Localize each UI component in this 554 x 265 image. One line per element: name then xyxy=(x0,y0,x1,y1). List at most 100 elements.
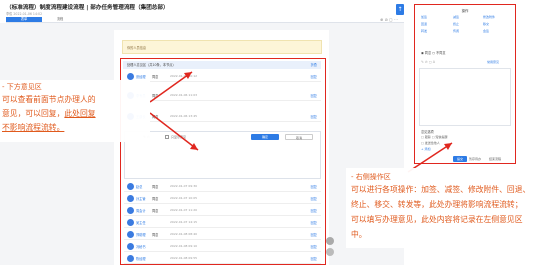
show-opinion-label: 只显示意见 xyxy=(171,135,187,139)
reply-button[interactable]: 回复 xyxy=(311,232,317,237)
approval-radio-group[interactable]: ◉ 同意 ○ 不同意 xyxy=(421,50,446,55)
callout-left-line: 可以查看前面节点办理人的 xyxy=(2,95,96,104)
option-send-others[interactable]: □ 发送给他人 xyxy=(421,141,440,145)
avatar xyxy=(127,207,134,214)
page-title: （标准流程）制度流程建设流程 | 部办任务管理流程（集团总部） xyxy=(6,5,169,11)
opinion-time: 2022-01-06 11:03 xyxy=(170,93,198,97)
reply-button[interactable]: 回复 xyxy=(311,114,317,119)
operation-panel: 操作 加签 减签 修改附件 回退 终止 移交 转发 传阅 会签 ◉ 同意 ○ 不… xyxy=(414,4,516,164)
opinion-time: 2022-01-07 10:05 xyxy=(170,196,198,200)
opinion-row: 冯秘书 2022-01-08 09:10 回复 xyxy=(124,241,321,252)
action-forward[interactable]: 转发 xyxy=(421,29,453,33)
cancel-button[interactable]: 取消 xyxy=(285,134,313,140)
avatar xyxy=(127,219,134,226)
opinion-author[interactable]: 张经理 xyxy=(136,74,146,79)
opinion-row: 周会计 同意 2022-01-07 11:20 回复 xyxy=(124,205,321,216)
opinion-panel-header: 处理人意见区（共10条，本节点） 折叠 xyxy=(123,61,321,69)
action-terminate[interactable]: 终止 xyxy=(453,22,485,26)
callout-left-line-text: 意见，可以回复， xyxy=(2,109,65,118)
action-transfer[interactable]: 移交 xyxy=(483,22,515,26)
opinion-author[interactable]: 郑助理 xyxy=(136,232,146,237)
reply-button[interactable]: 回复 xyxy=(311,74,317,79)
avatar xyxy=(127,195,134,202)
action-countersign[interactable]: 会签 xyxy=(483,29,515,33)
callout-left-link: 此处回复 xyxy=(64,109,96,118)
notice-bar: 你的人员信息 xyxy=(122,40,322,54)
opinion-row: 郑助理 同意 2022-01-08 08:40 回复 xyxy=(124,229,321,240)
avatar xyxy=(127,243,134,250)
opinion-time: 2022-01-08 08:40 xyxy=(170,232,198,236)
page-meta: 李俊 2022-01-06 14:02 xyxy=(6,12,43,16)
avatar xyxy=(127,255,134,262)
option-add[interactable]: + 添加 xyxy=(421,147,430,151)
action-add-sign[interactable]: 加签 xyxy=(421,15,453,19)
opinion-row: 赵总 同意 2022-01-07 09:30 回复 xyxy=(124,181,321,192)
callout-right-heading: - 右侧操作区 xyxy=(351,173,391,181)
opinion-text: 同意 xyxy=(152,115,159,119)
reply-button[interactable]: 回复 xyxy=(311,196,317,201)
pin-icon[interactable]: ↑ xyxy=(396,4,404,15)
opinion-time: 2022-01-06 10:12 xyxy=(170,74,198,78)
toolbar-icons[interactable]: ⊕ ⊘ ◻ ⋯ xyxy=(380,17,398,22)
action-rollback[interactable]: 回退 xyxy=(421,22,453,26)
option-track[interactable]: □ 跟踪 □ 短信提醒 xyxy=(421,135,448,139)
opinion-row: 李专员 同意 2022-01-06 11:03 回复 xyxy=(124,90,321,101)
reply-button[interactable]: 回复 xyxy=(311,220,317,225)
action-edit-attachment[interactable]: 修改附件 xyxy=(483,15,515,19)
callout-right: - 右侧操作区 可以进行各项操作：加签、减签、修改附件、回退、 终止、移交、转发… xyxy=(346,168,554,248)
opinion-author[interactable]: 赵总 xyxy=(136,184,142,189)
opinion-text: 同意 xyxy=(152,197,159,201)
callout-right-line: 终止、移交、转发等，此处办理将影响流程流转； xyxy=(351,200,523,209)
opinion-author[interactable]: 冯秘书 xyxy=(136,244,146,249)
options-title: 意见选项 xyxy=(421,130,434,134)
callout-right-line: 中。 xyxy=(351,230,367,239)
opinion-row: 陈经理 2022-01-08 09:55 回复 xyxy=(124,253,321,264)
opinion-panel-title: 处理人意见区（共10条，本节点） xyxy=(127,63,176,67)
opinion-time: 2022-01-07 09:30 xyxy=(170,184,198,188)
opinion-author[interactable]: 陈经理 xyxy=(136,256,146,261)
callout-right-line: 可以进行各项操作：加签、减签、修改附件、回退、 xyxy=(351,185,531,194)
avatar xyxy=(127,231,134,238)
collapse-button[interactable]: 折叠 xyxy=(311,63,317,67)
callout-left-heading: - 下方意见区 xyxy=(2,83,42,91)
reply-button[interactable]: 回复 xyxy=(311,184,317,189)
avatar xyxy=(127,183,134,190)
opinion-text: 同意 xyxy=(152,75,159,79)
opinion-time: 2022-01-08 09:10 xyxy=(170,244,198,248)
opinion-row: 吴主任 2022-01-07 14:15 回复 xyxy=(124,217,321,228)
opinion-author[interactable]: 吴主任 xyxy=(136,220,146,225)
reply-button[interactable]: 回复 xyxy=(311,244,317,249)
operation-panel-title: 操作 xyxy=(461,9,469,13)
show-opinion-checkbox[interactable] xyxy=(165,135,169,139)
opinion-text: 同意 xyxy=(152,185,159,189)
common-opinion-link[interactable]: 常用意见 xyxy=(487,60,499,64)
opinion-row: 张经理 同意 2022-01-06 10:12 回复 xyxy=(124,71,321,82)
opinion-time: 2022-01-07 11:20 xyxy=(170,208,198,212)
reply-button[interactable]: 回复 xyxy=(311,256,317,261)
action-remove-sign[interactable]: 减签 xyxy=(453,15,485,19)
reply-button[interactable]: 回复 xyxy=(311,208,317,213)
callout-right-line: 可以填写办理意见，此处内容将记录在左侧意见区 xyxy=(351,215,523,224)
opinion-time: 2022-01-07 14:15 xyxy=(170,220,198,224)
submit-button[interactable]: 提交 xyxy=(453,156,467,162)
callout-left-line: 不影响流程流转。 xyxy=(2,123,65,132)
notice-text: 你的人员信息 xyxy=(127,46,147,50)
opinion-text: 同意 xyxy=(152,209,159,213)
confirm-button[interactable]: 确定 xyxy=(251,134,279,140)
action-circulate[interactable]: 传阅 xyxy=(453,29,485,33)
reply-button[interactable]: 回复 xyxy=(311,93,317,98)
save-draft-button[interactable]: 暂存待办 xyxy=(469,157,481,161)
opinion-author[interactable]: 孙主管 xyxy=(136,196,146,201)
scroll-top-button[interactable] xyxy=(326,237,334,245)
opinion-text: 同意 xyxy=(152,94,159,98)
callout-left: - 下方意见区 可以查看前面节点办理人的 意见，可以回复，此处回复 不影响流程流… xyxy=(0,80,150,142)
help-button[interactable] xyxy=(326,248,334,256)
opinion-row: 孙主管 同意 2022-01-07 10:05 回复 xyxy=(124,193,321,204)
opinion-time: 2022-01-08 09:55 xyxy=(170,256,198,260)
callout-left-line: 意见，可以回复，此处回复 xyxy=(2,107,96,121)
opinion-textarea[interactable] xyxy=(419,68,511,126)
end-flow-button[interactable]: 结束流程 xyxy=(489,157,501,161)
opinion-panel: 处理人意见区（共10条，本节点） 折叠 张经理 同意 2022-01-06 10… xyxy=(120,58,326,265)
opinion-author[interactable]: 周会计 xyxy=(136,208,146,213)
opinion-text: 同意 xyxy=(152,233,159,237)
